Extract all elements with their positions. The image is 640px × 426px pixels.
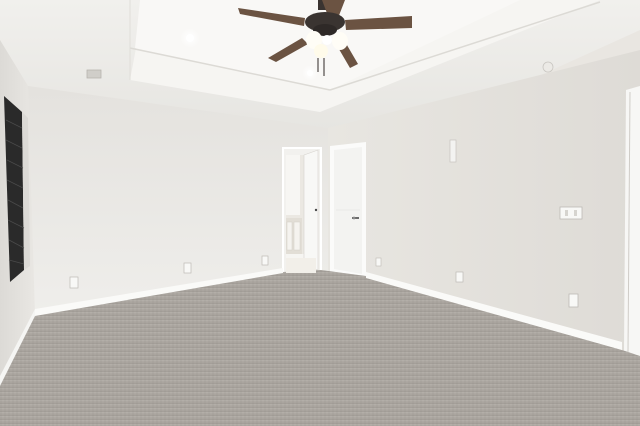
outlet-back-2-icon [261, 255, 269, 266]
thermostat-icon [449, 139, 457, 163]
right-door-frame [624, 86, 640, 356]
outlet-right-near-door-icon [375, 257, 382, 267]
smoke-detector-icon [542, 61, 554, 73]
bathroom-floor [286, 258, 316, 273]
closet-door [330, 142, 366, 278]
outlet-right-mid-icon [455, 271, 464, 283]
bedroom-svg [0, 0, 640, 426]
outlet-left-icon [69, 276, 79, 289]
bathroom-doorway [282, 147, 322, 277]
bedroom-photo [0, 0, 640, 426]
recessed-light-center [302, 65, 318, 81]
light-switch-icon [559, 206, 583, 220]
outlet-back-icon [183, 262, 192, 274]
outlet-right-icon [568, 293, 579, 308]
air-vent-icon [86, 69, 102, 79]
recessed-light-left [180, 28, 200, 48]
